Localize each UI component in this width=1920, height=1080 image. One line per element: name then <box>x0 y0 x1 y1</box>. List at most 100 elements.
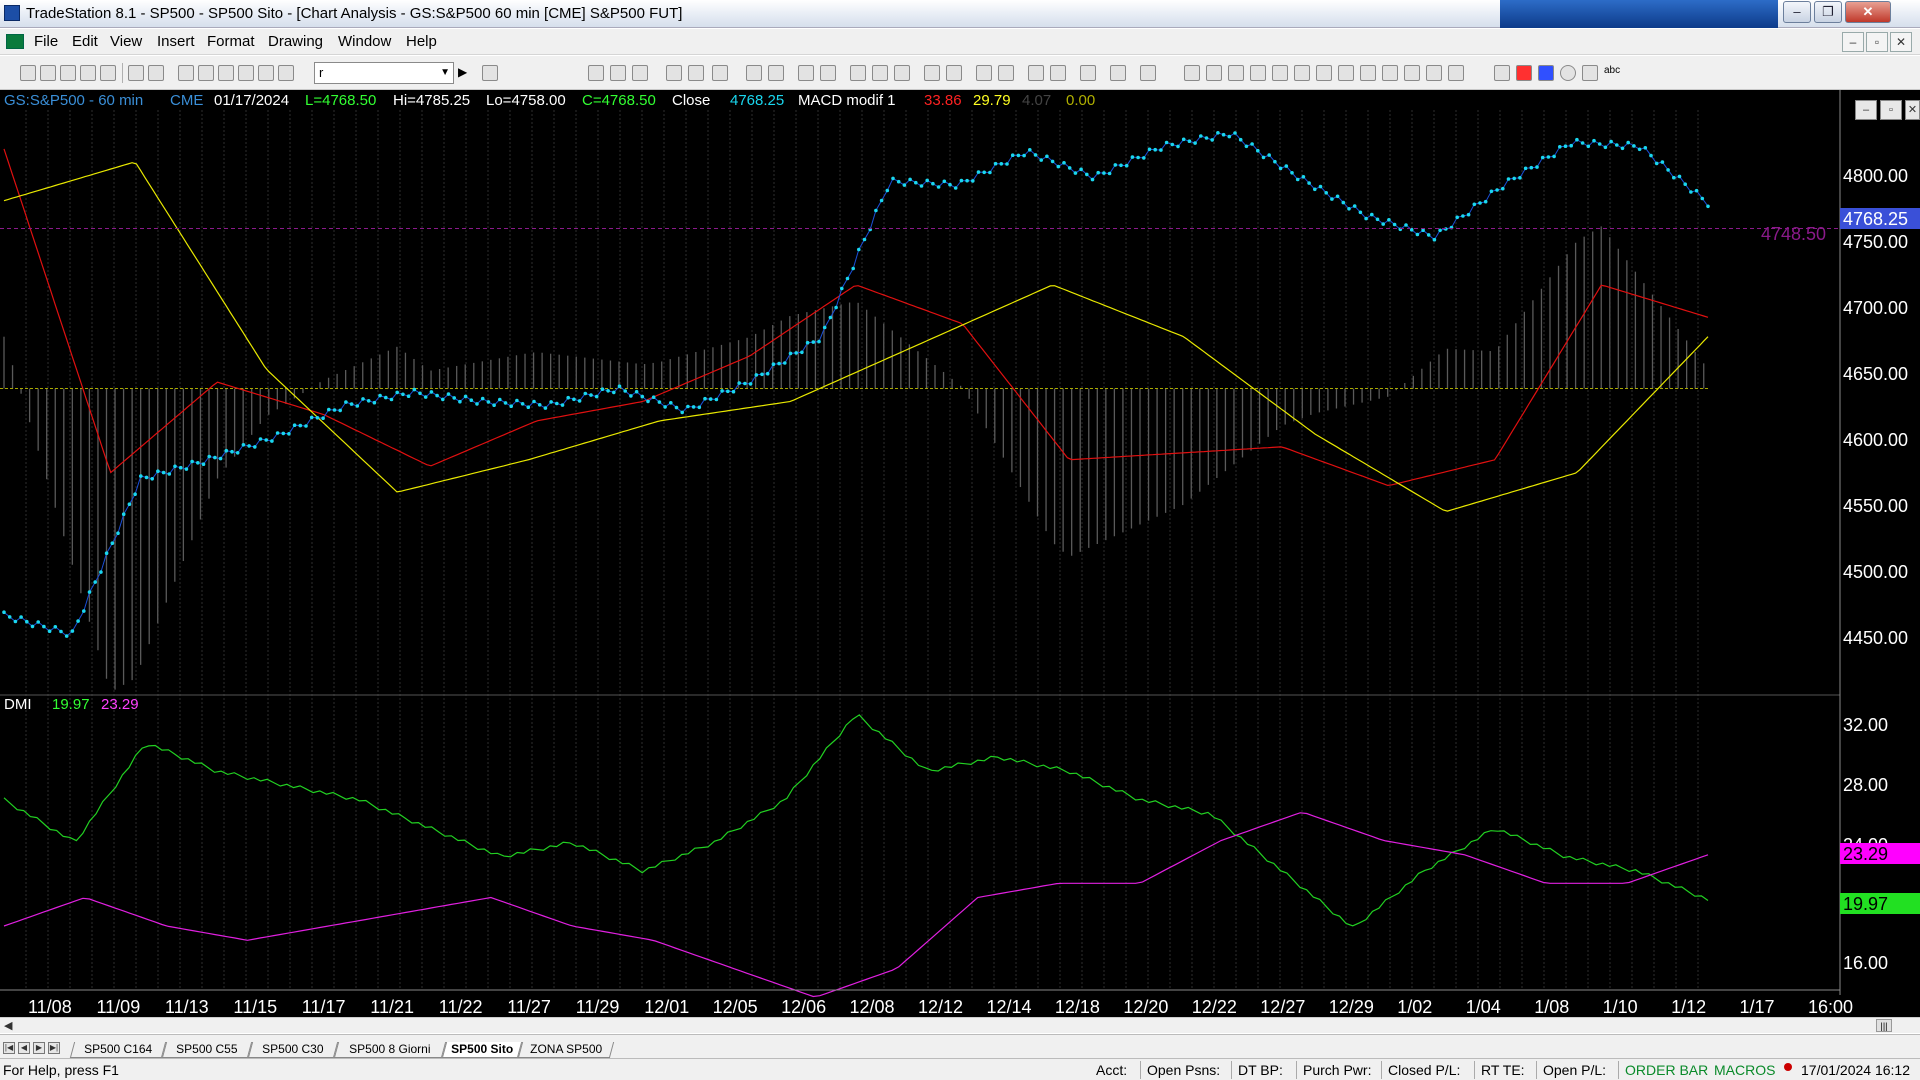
open-icon[interactable] <box>40 65 56 81</box>
speed-lines-icon[interactable] <box>1316 65 1332 81</box>
chart-window[interactable]: GS:S&P500 - 60 min CME 01/17/2024 L=4768… <box>0 90 1920 1033</box>
price-point <box>178 465 183 470</box>
window-icon[interactable] <box>178 65 194 81</box>
expand-icon[interactable] <box>946 65 962 81</box>
chart-minimize-button[interactable]: – <box>1855 100 1877 120</box>
chart-icon[interactable] <box>588 65 604 81</box>
regression-icon[interactable] <box>1382 65 1398 81</box>
up-arrow-icon[interactable] <box>1538 65 1554 81</box>
indicator-icon[interactable] <box>820 65 836 81</box>
optimize-icon[interactable] <box>712 65 728 81</box>
insert-study-icon[interactable] <box>768 65 784 81</box>
print-icon[interactable] <box>128 65 144 81</box>
cycle-icon[interactable] <box>1404 65 1420 81</box>
tab-nav-next[interactable]: ▶ <box>33 1042 45 1054</box>
down-arrow-icon[interactable] <box>1516 65 1532 81</box>
gann-icon[interactable] <box>1294 65 1310 81</box>
chart-canvas[interactable]: GS:S&P500 - 60 min CME 01/17/2024 L=4768… <box>0 90 1920 1017</box>
mdi-close-button[interactable]: ✕ <box>1890 32 1912 52</box>
chart-close-button[interactable]: ✕ <box>1905 100 1920 120</box>
tab-zona-sp500[interactable]: ZONA SP500 <box>517 1042 615 1058</box>
tab-sp500-c30[interactable]: SP500 C30 <box>247 1042 339 1058</box>
radar-icon[interactable] <box>610 65 626 81</box>
price-point <box>258 437 263 441</box>
tile-icon[interactable] <box>218 65 234 81</box>
tab-sp500-c55[interactable]: SP500 C55 <box>161 1042 253 1058</box>
menu-help[interactable]: Help <box>406 33 437 50</box>
macros-button[interactable]: MACROS <box>1714 1062 1775 1078</box>
lock-icon[interactable] <box>238 65 254 81</box>
tab-sp500-8-giorni[interactable]: SP500 8 Giorni <box>333 1042 447 1058</box>
menu-drawing[interactable]: Drawing <box>268 33 323 50</box>
title-bar: TradeStation 8.1 - SP500 - SP500 Sito - … <box>0 0 1920 28</box>
color-icon[interactable] <box>278 65 294 81</box>
zoom-in-icon[interactable] <box>976 65 992 81</box>
chevron-down-icon[interactable]: ▼ <box>440 63 450 83</box>
chart-restore-button[interactable]: ▫ <box>1880 100 1902 120</box>
maximize-button[interactable]: ❐ <box>1814 1 1842 23</box>
symbol-combo[interactable]: r ▼ <box>314 62 454 84</box>
tab-nav-prev[interactable]: ◀ <box>18 1042 30 1054</box>
vertical-line-icon[interactable] <box>1250 65 1266 81</box>
strategy-icon[interactable] <box>688 65 704 81</box>
play-icon[interactable]: ▶ <box>458 65 474 81</box>
menu-view[interactable]: View <box>110 33 142 50</box>
price-point <box>64 634 69 638</box>
horizontal-scrollbar[interactable]: ◀ ||| <box>0 1017 1920 1033</box>
mdi-minimize-button[interactable]: – <box>1842 32 1864 52</box>
chart-window-icon[interactable] <box>6 34 24 49</box>
scanner-icon[interactable] <box>666 65 682 81</box>
save-all-icon[interactable] <box>100 65 116 81</box>
data-tip-icon[interactable] <box>1050 65 1066 81</box>
tab-sp500-sito[interactable]: SP500 Sito <box>441 1042 523 1058</box>
header-low: Lo=4758.00 <box>486 92 566 109</box>
menu-file[interactable]: File <box>34 33 58 50</box>
scroll-thumb[interactable]: ||| <box>1876 1019 1892 1032</box>
text-icon[interactable]: abc <box>1604 65 1620 81</box>
menu-edit[interactable]: Edit <box>72 33 98 50</box>
open-workspace-icon[interactable] <box>60 65 76 81</box>
pencil-icon[interactable] <box>1448 65 1464 81</box>
pointer-icon[interactable] <box>1028 65 1044 81</box>
ellipse-icon[interactable] <box>1560 65 1576 81</box>
cascade-icon[interactable] <box>198 65 214 81</box>
rectangle-icon[interactable] <box>1582 65 1598 81</box>
price-point <box>914 180 918 185</box>
new-icon[interactable] <box>20 65 36 81</box>
andrews-icon[interactable] <box>1360 65 1376 81</box>
zoom-out-icon[interactable] <box>998 65 1014 81</box>
matrix-icon[interactable] <box>632 65 648 81</box>
arrow-icon[interactable] <box>1338 65 1354 81</box>
close-button[interactable]: ✕ <box>1845 1 1891 23</box>
menu-format[interactable]: Format <box>207 33 255 50</box>
compress-icon[interactable] <box>924 65 940 81</box>
link-icon[interactable] <box>258 65 274 81</box>
channel-icon[interactable] <box>1272 65 1288 81</box>
format-icon[interactable] <box>1110 65 1126 81</box>
fib-icon[interactable] <box>1206 65 1222 81</box>
order-bar-button[interactable]: ORDER BAR <box>1625 1062 1708 1078</box>
print-preview-icon[interactable] <box>148 65 164 81</box>
mdi-restore-button[interactable]: ▫ <box>1866 32 1888 52</box>
hammer-icon[interactable] <box>1080 65 1096 81</box>
scroll-left-arrow[interactable]: ◀ <box>4 1019 12 1032</box>
horizontal-line-icon[interactable] <box>1228 65 1244 81</box>
volume-icon[interactable] <box>872 65 888 81</box>
grid-icon[interactable] <box>1140 65 1156 81</box>
menu-window[interactable]: Window <box>338 33 391 50</box>
curve-icon[interactable] <box>1494 65 1510 81</box>
save-icon[interactable] <box>80 65 96 81</box>
price-point <box>834 305 838 310</box>
bars-icon[interactable] <box>894 65 910 81</box>
menu-insert[interactable]: Insert <box>157 33 195 50</box>
tab-sp500-c164[interactable]: SP500 C164 <box>69 1042 167 1058</box>
arc-icon[interactable] <box>1426 65 1442 81</box>
minimize-button[interactable]: – <box>1783 1 1811 23</box>
tab-nav-last[interactable]: ▶| <box>48 1042 60 1054</box>
report-icon[interactable] <box>746 65 762 81</box>
trendline-icon[interactable] <box>1184 65 1200 81</box>
candle-icon[interactable] <box>850 65 866 81</box>
bar-chart-icon[interactable] <box>798 65 814 81</box>
tab-nav-first[interactable]: |◀ <box>3 1042 15 1054</box>
find-icon[interactable] <box>482 65 498 81</box>
